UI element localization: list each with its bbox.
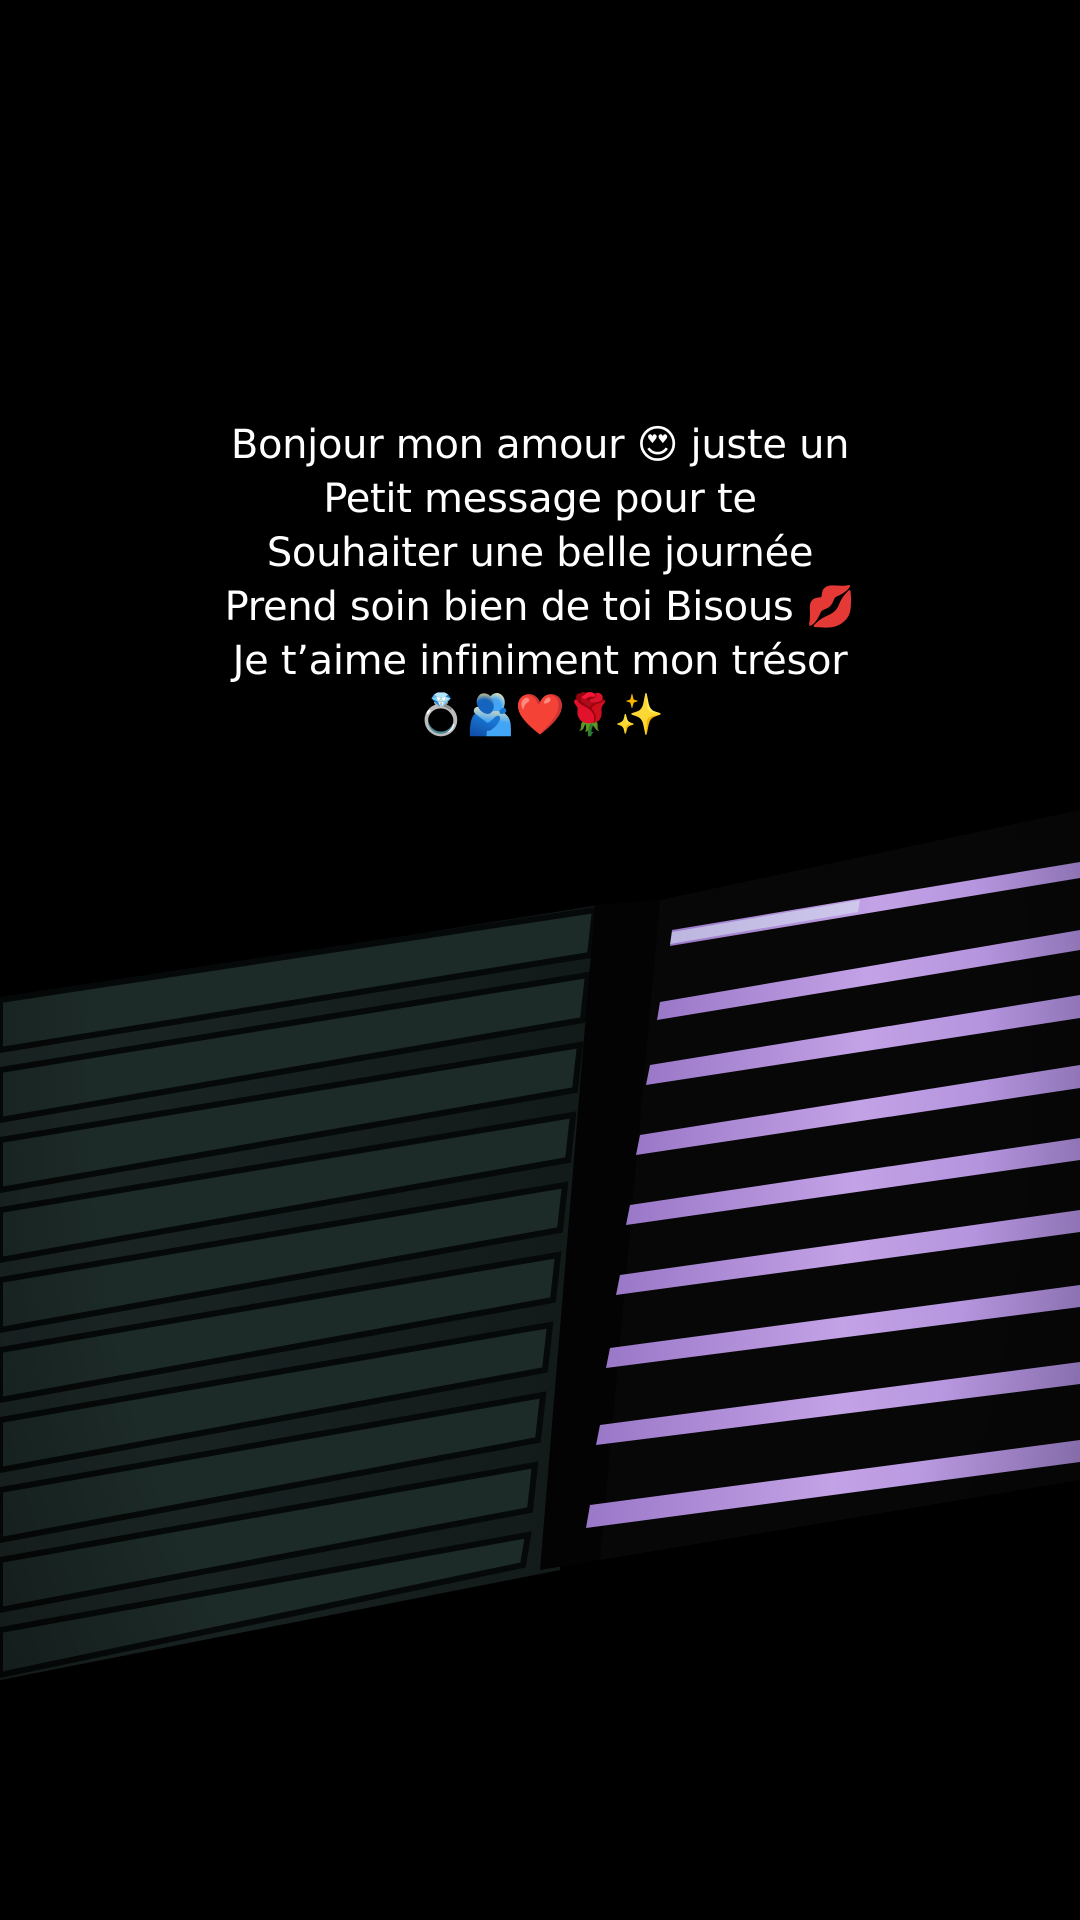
- caption-emoji-line: 💍🫂❤️🌹✨: [416, 692, 664, 738]
- caption-line: Je t’aime infiniment mon trésor: [232, 638, 848, 684]
- caption-line: Petit message pour te: [323, 476, 757, 522]
- window-blinds-photo: [0, 0, 1080, 1920]
- caption-text: Bonjour mon amour 😍 juste un Petit messa…: [0, 418, 1080, 742]
- caption-line: Souhaiter une belle journée: [266, 530, 814, 576]
- caption-line: Prend soin bien de toi Bisous 💋: [224, 584, 856, 630]
- story-screen: Bonjour mon amour 😍 juste un Petit messa…: [0, 0, 1080, 1920]
- caption-line: Bonjour mon amour 😍 juste un: [230, 422, 850, 468]
